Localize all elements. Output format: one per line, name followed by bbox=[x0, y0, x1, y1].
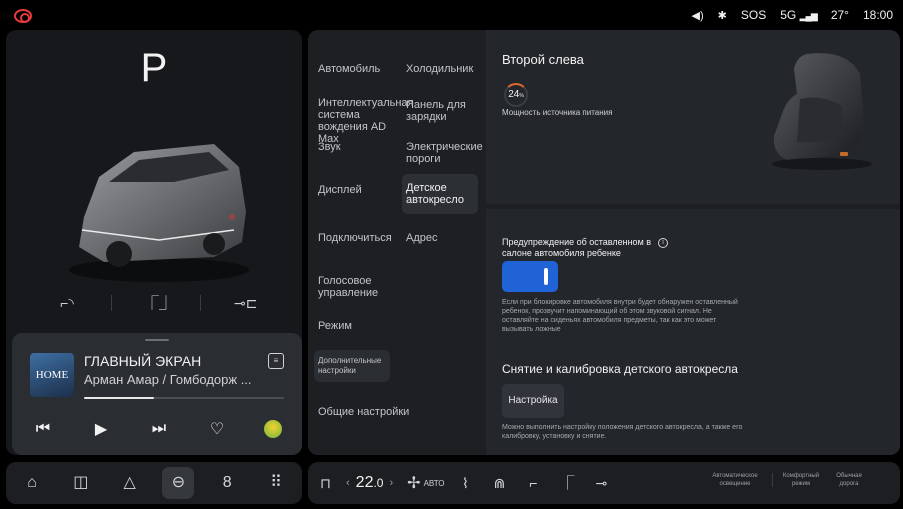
sos-label[interactable]: SOS bbox=[741, 8, 766, 22]
menu-item-power-steps[interactable]: Электрические пороги bbox=[406, 141, 483, 165]
app-dock: ⌂ ◫ △ ⊖ 8 ⠿ bbox=[6, 462, 302, 504]
favorite-icon[interactable]: ♡ bbox=[206, 419, 228, 439]
menu-item-vehicle[interactable]: Автомобиль bbox=[318, 63, 380, 75]
media-player[interactable]: HOME ГЛАВНЫЙ ЭКРАН Арман Амар / Гомбодор… bbox=[12, 333, 302, 455]
gear-indicator: P bbox=[140, 46, 168, 90]
setup-button[interactable]: Настройка bbox=[502, 384, 564, 418]
car-icon[interactable]: ⊖ bbox=[162, 467, 195, 499]
navigation-icon[interactable]: △ bbox=[114, 467, 146, 499]
menu-item-display[interactable]: Дисплей bbox=[318, 184, 362, 196]
child-warning-description: Если при блокировке автомобиля внутри бу… bbox=[502, 299, 738, 333]
temp-down-icon[interactable]: ‹ bbox=[346, 477, 350, 489]
fan-mode-label: АВТО bbox=[423, 478, 445, 488]
signal-icon: ▂▄▆ bbox=[799, 11, 818, 21]
charge-port-icon[interactable]: ⊸⊏ bbox=[234, 292, 257, 314]
parking-brake-warning-icon bbox=[14, 9, 32, 23]
temp-up-icon[interactable]: › bbox=[389, 477, 393, 489]
seat-position-title: Второй слева bbox=[502, 52, 584, 67]
dock-items: ⌂ ◫ △ ⊖ 8 ⠿ bbox=[16, 467, 292, 499]
status-bar: ◀) ✱ SOS 5G ▂▄▆ 27° 18:00 bbox=[0, 0, 903, 30]
power-label: Мощность источника питания bbox=[502, 108, 613, 117]
menu-item-mode[interactable]: Режим bbox=[318, 320, 352, 332]
settings-menu: Автомобиль Интеллектуальная система вожд… bbox=[308, 30, 483, 455]
progress-bar[interactable] bbox=[84, 397, 284, 399]
previous-icon[interactable]: ⏮ bbox=[32, 420, 54, 438]
mirror-fold-icon[interactable]: ⌐◝ bbox=[56, 292, 78, 314]
apps-icon[interactable]: ⠿ bbox=[260, 467, 292, 499]
child-seat-image bbox=[772, 53, 872, 170]
temperature-setting[interactable]: 22.0 bbox=[356, 474, 384, 492]
charge-port-icon[interactable]: ⊸ bbox=[592, 475, 610, 492]
child-warning-toggle[interactable] bbox=[502, 261, 558, 292]
mirror-fold-icon[interactable]: ⌐ bbox=[524, 475, 542, 491]
seat-icon[interactable]: ⎾ bbox=[558, 473, 576, 493]
divider bbox=[200, 295, 201, 311]
bluetooth-icon: ✱ bbox=[717, 9, 727, 22]
divider bbox=[772, 473, 773, 487]
mode-comfort[interactable]: Комфортный режим bbox=[781, 472, 821, 488]
playback-controls: ⏮ ▶ ⏭ ♡ bbox=[32, 419, 282, 439]
child-seat-content: Второй слева 24% Мощность источника пита… bbox=[486, 30, 900, 455]
power-gauge: 24% bbox=[504, 83, 528, 107]
menu-item-fridge[interactable]: Холодильник bbox=[406, 63, 473, 75]
menu-item-connect[interactable]: Подключиться bbox=[318, 232, 392, 244]
calibration-title: Снятие и калибровка детского автокресла bbox=[502, 362, 738, 376]
media-icon[interactable]: ◫ bbox=[65, 467, 97, 499]
lyrics-icon[interactable]: ≡ bbox=[268, 353, 284, 369]
progress-fill bbox=[84, 397, 154, 399]
power-value: 24 bbox=[508, 89, 520, 100]
mode-auto-lighting[interactable]: Автоматическое освещение bbox=[706, 472, 764, 488]
menu-item-charging-pad[interactable]: Панель для зарядки bbox=[406, 99, 476, 123]
menu-item-additional[interactable]: Дополнительные настройки bbox=[314, 350, 390, 382]
clock: 18:00 bbox=[862, 8, 893, 22]
divider bbox=[111, 295, 112, 311]
quick-actions: ⌐◝ ⎾⏌ ⊸⊏ bbox=[56, 292, 257, 314]
menu-item-address[interactable]: Адрес bbox=[406, 232, 438, 244]
menu-item-child-seat[interactable]: Детское автокресло bbox=[402, 174, 478, 214]
info-icon[interactable]: i bbox=[658, 238, 668, 248]
drive-modes: Автоматическое освещение Комфортный режи… bbox=[706, 472, 869, 488]
status-indicators: ◀) ✱ SOS 5G ▂▄▆ 27° 18:00 bbox=[692, 8, 893, 22]
home-icon[interactable]: ⌂ bbox=[16, 467, 48, 499]
settings-panel: Автомобиль Интеллектуальная система вожд… bbox=[308, 30, 900, 455]
menu-item-sound[interactable]: Звук bbox=[318, 141, 341, 153]
toggle-knob bbox=[544, 268, 548, 285]
menu-item-driving-assist[interactable]: Интеллектуальная система вождения AD Max bbox=[318, 97, 414, 145]
track-artist: Арман Амар / Гомбодорж ... bbox=[84, 372, 252, 387]
album-art[interactable]: HOME bbox=[30, 353, 74, 397]
climate-controls: ⊓ ‹ 22.0 › ✢ АВТО ⌇ ⋒ ⌐ ⎾ ⊸ bbox=[320, 462, 626, 504]
network-label: 5G ▂▄▆ bbox=[780, 8, 818, 22]
child-warning-label: Предупреждение об оставленном в салоне а… bbox=[502, 237, 652, 258]
mode-normal-road[interactable]: Обычная дорога bbox=[829, 472, 869, 488]
drag-handle[interactable] bbox=[145, 339, 169, 341]
app-icon[interactable] bbox=[264, 420, 282, 438]
play-icon[interactable]: ▶ bbox=[90, 419, 112, 439]
power-unit: % bbox=[519, 93, 524, 99]
car-image bbox=[69, 144, 249, 282]
seat-heat-icon[interactable]: ⌇ bbox=[456, 475, 474, 492]
menu-item-general[interactable]: Общие настройки bbox=[318, 406, 409, 418]
defrost-icon[interactable]: ⋒ bbox=[490, 475, 508, 492]
next-icon[interactable]: ⏭ bbox=[148, 420, 170, 438]
climate-dock: ⊓ ‹ 22.0 › ✢ АВТО ⌇ ⋒ ⌐ ⎾ ⊸ Автоматическ… bbox=[308, 462, 900, 504]
fan-icon[interactable]: ✢ bbox=[407, 473, 420, 493]
track-title: ГЛАВНЫЙ ЭКРАН bbox=[84, 353, 202, 369]
menu-item-voice[interactable]: Голосовое управление bbox=[318, 275, 398, 299]
phone-icon[interactable]: 8 bbox=[211, 467, 243, 499]
lock-icon[interactable]: ⊓ bbox=[320, 475, 334, 492]
outside-temperature: 27° bbox=[830, 8, 849, 22]
seat-icon[interactable]: ⎾⏌ bbox=[145, 292, 173, 314]
volume-icon[interactable]: ◀) bbox=[692, 9, 704, 22]
section-divider bbox=[486, 204, 900, 209]
calibration-description: Можно выполнить настройку положения детс… bbox=[502, 424, 743, 440]
